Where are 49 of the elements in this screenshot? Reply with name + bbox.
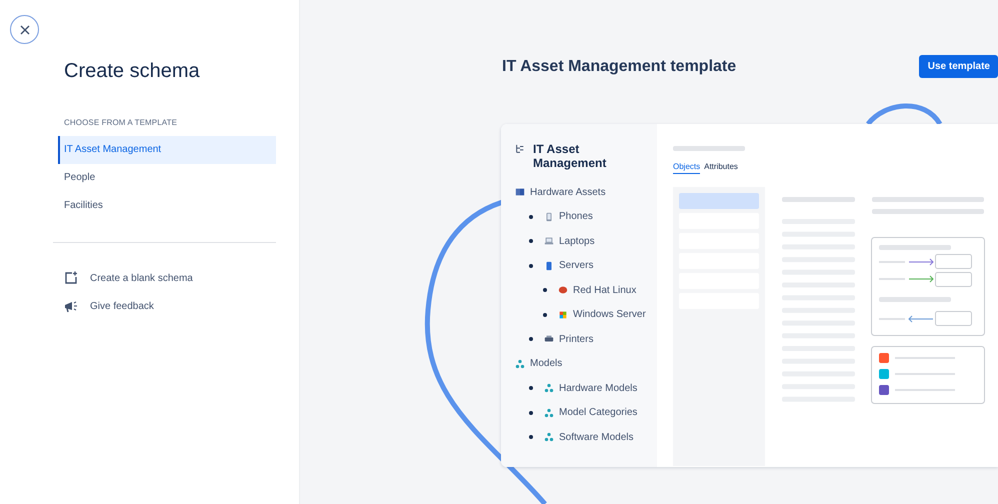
tree-item[interactable]: Models bbox=[530, 358, 562, 370]
template-item[interactable]: People bbox=[58, 164, 276, 192]
tree-item[interactable]: Printers bbox=[559, 334, 594, 345]
bullet-icon bbox=[529, 435, 533, 440]
tree-item[interactable]: Laptops bbox=[559, 236, 595, 247]
bullet-icon bbox=[529, 214, 533, 219]
add-page-icon bbox=[64, 271, 78, 285]
phone-icon bbox=[544, 212, 554, 222]
tree-item[interactable]: Software Models bbox=[559, 432, 634, 443]
tree-item[interactable]: Servers bbox=[559, 260, 594, 272]
nodes-icon bbox=[515, 358, 525, 369]
bullet-icon bbox=[529, 386, 533, 390]
hierarchy-icon bbox=[515, 144, 525, 154]
tab[interactable]: Attributes bbox=[704, 162, 738, 173]
tree-item[interactable]: Phones bbox=[559, 211, 593, 222]
tree-item[interactable]: Hardware Models bbox=[559, 382, 638, 394]
schema-title: IT Asset Management bbox=[533, 142, 608, 170]
printer-icon bbox=[544, 334, 554, 344]
server-icon bbox=[544, 260, 554, 271]
nodes-icon bbox=[544, 408, 554, 418]
tree-item[interactable]: Windows Server bbox=[573, 309, 646, 320]
bullet-icon bbox=[529, 264, 533, 268]
tree-item[interactable]: Model Categories bbox=[559, 407, 638, 418]
bullet-icon bbox=[543, 312, 547, 317]
action-link[interactable]: Create a blank schema bbox=[90, 272, 193, 284]
laptop-icon bbox=[544, 236, 554, 246]
bullet-icon bbox=[543, 288, 547, 292]
use-template-button[interactable]: Use template bbox=[918, 55, 998, 78]
skeleton-bar bbox=[673, 146, 745, 151]
megaphone-icon bbox=[64, 299, 78, 313]
page-title: Create schema bbox=[64, 59, 201, 84]
tree-item[interactable]: Red Hat Linux bbox=[573, 284, 636, 296]
tab[interactable]: Objects bbox=[673, 162, 700, 174]
bullet-icon bbox=[529, 410, 533, 415]
bullet-icon bbox=[529, 337, 533, 342]
section-label: CHOOSE FROM A TEMPLATE bbox=[64, 118, 178, 127]
template-item[interactable]: Facilities bbox=[58, 192, 276, 220]
close-icon bbox=[20, 24, 30, 34]
bullet-icon bbox=[529, 239, 533, 244]
template-item[interactable]: IT Asset Management bbox=[58, 136, 276, 164]
tiles-icon bbox=[558, 310, 568, 320]
nodes-icon bbox=[544, 432, 554, 442]
close-button[interactable] bbox=[10, 15, 39, 44]
template-title: IT Asset Management template bbox=[502, 58, 736, 76]
book-icon bbox=[515, 187, 525, 198]
nodes-icon bbox=[544, 383, 554, 394]
tree-item[interactable]: Hardware Assets bbox=[530, 186, 606, 198]
action-link[interactable]: Give feedback bbox=[90, 300, 154, 312]
hat-icon bbox=[558, 285, 568, 296]
